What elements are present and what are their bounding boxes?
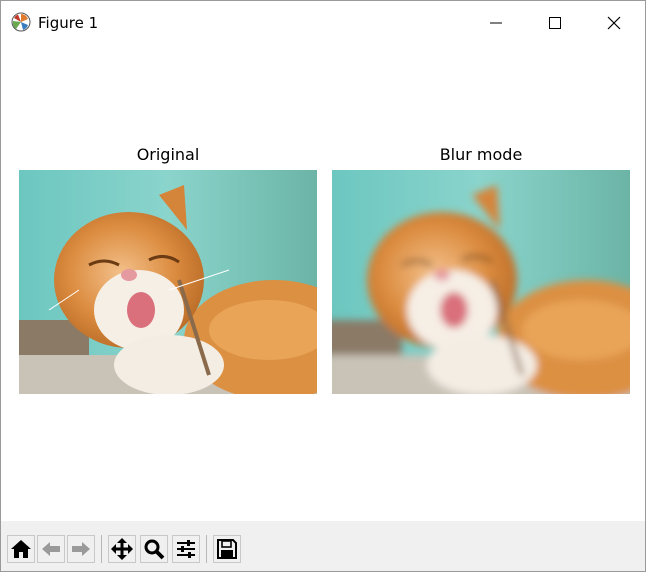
pan-move-icon xyxy=(111,538,133,560)
home-icon xyxy=(11,540,31,558)
cat-photo-blurred xyxy=(332,170,630,394)
figure-canvas[interactable]: Original Blur mode xyxy=(1,45,645,521)
matplotlib-logo-icon xyxy=(11,12,31,32)
minimize-button[interactable] xyxy=(467,1,525,45)
toolbar-separator xyxy=(101,535,102,563)
zoom-button[interactable] xyxy=(140,535,168,563)
navigation-toolbar xyxy=(1,521,645,571)
blurred-image-axes[interactable] xyxy=(332,170,630,394)
save-button[interactable] xyxy=(213,535,241,563)
configure-subplots-button[interactable] xyxy=(172,535,200,563)
maximize-icon xyxy=(549,17,561,29)
toolbar-separator xyxy=(206,535,207,563)
close-icon xyxy=(607,16,621,30)
original-image-axes[interactable] xyxy=(19,170,317,394)
subplot-title-blur: Blur mode xyxy=(439,145,523,164)
window-title: Figure 1 xyxy=(38,14,99,32)
minimize-icon xyxy=(490,22,502,24)
forward-button[interactable] xyxy=(67,535,95,563)
subplot-title-original: Original xyxy=(136,145,200,164)
forward-arrow-icon xyxy=(72,542,90,556)
close-button[interactable] xyxy=(585,1,643,45)
maximize-button[interactable] xyxy=(526,1,584,45)
home-button[interactable] xyxy=(7,535,35,563)
cat-photo-original xyxy=(19,170,317,394)
zoom-magnifier-icon xyxy=(144,539,165,560)
save-floppy-icon xyxy=(217,539,237,559)
back-button[interactable] xyxy=(37,535,65,563)
configure-subplots-icon xyxy=(177,540,195,558)
figure-window: Figure 1 Original Blur mode xyxy=(0,0,646,572)
title-bar[interactable]: Figure 1 xyxy=(1,1,645,45)
pan-button[interactable] xyxy=(108,535,136,563)
back-arrow-icon xyxy=(42,542,60,556)
